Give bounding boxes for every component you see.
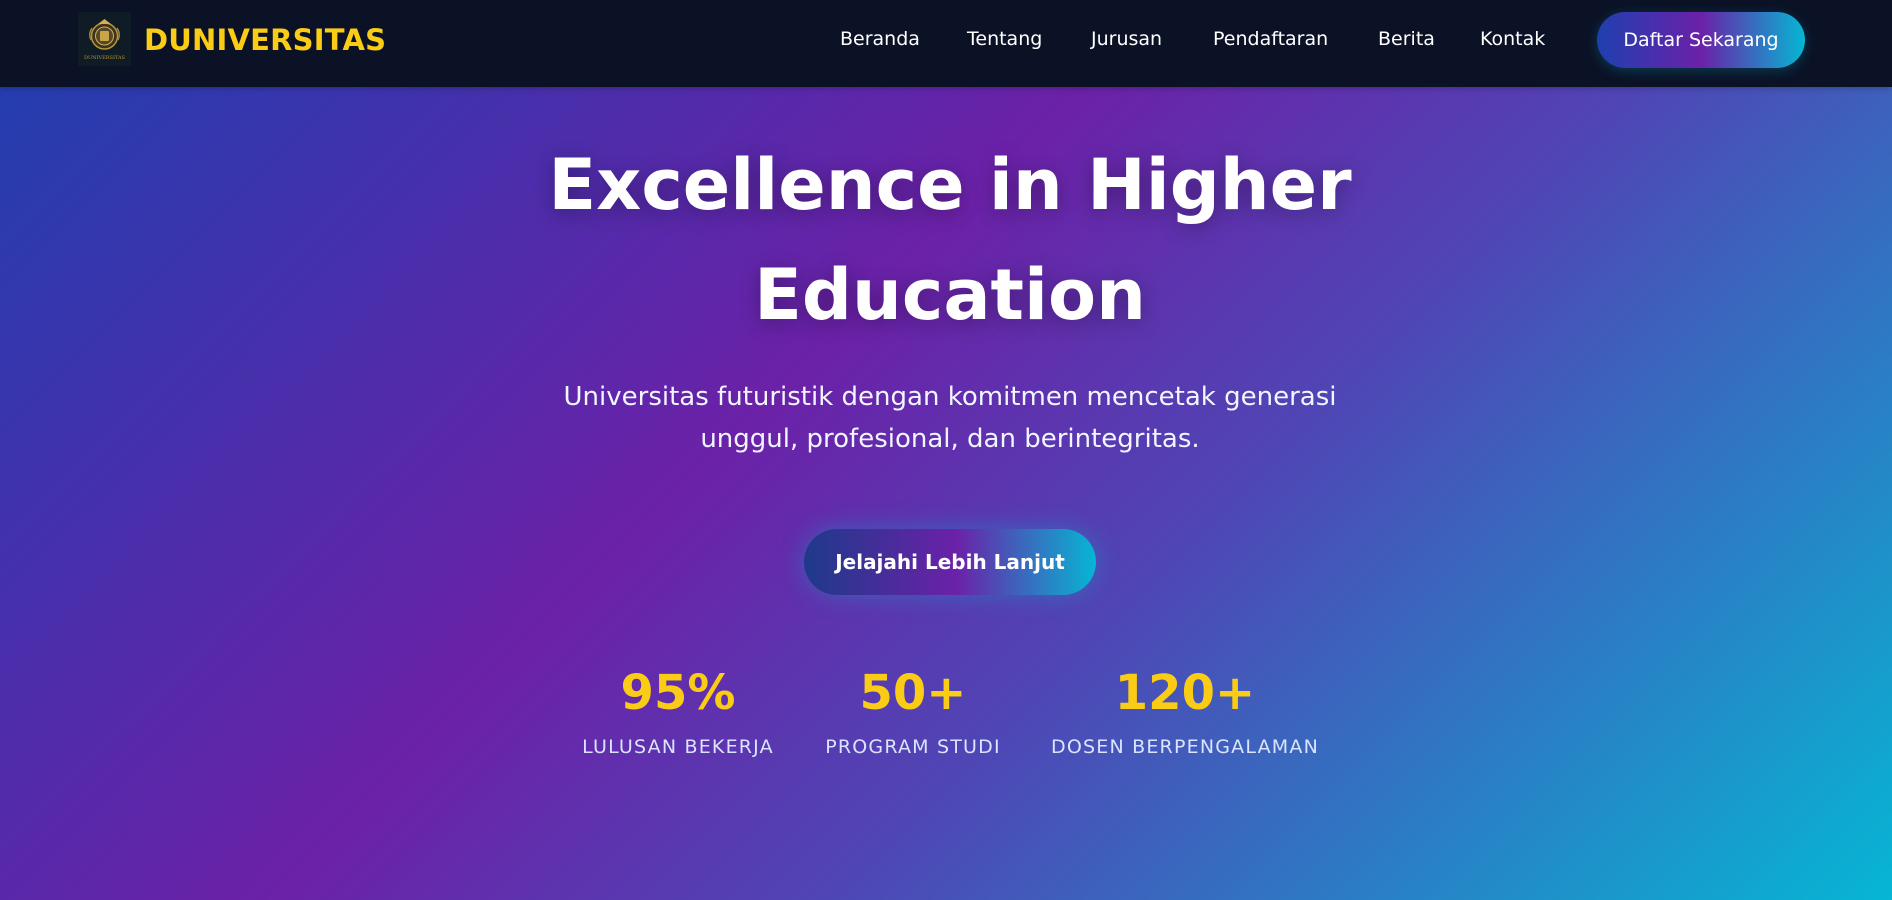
site-header: DUNIVERSITAS DUNIVERSITAS Beranda Tentan…: [0, 0, 1892, 87]
university-logo[interactable]: DUNIVERSITAS: [78, 12, 131, 66]
stat-value: 120+: [1114, 665, 1256, 721]
nav-item-berita[interactable]: Berita: [1378, 27, 1435, 51]
nav-item-kontak[interactable]: Kontak: [1480, 27, 1545, 51]
hero-title-line1: Excellence in Higher: [548, 144, 1352, 226]
nav-item-pendaftaran[interactable]: Pendaftaran: [1213, 27, 1328, 51]
nav-item-tentang[interactable]: Tentang: [967, 27, 1042, 51]
stat-label: LULUSAN BEKERJA: [582, 736, 774, 758]
stat-value: 95%: [620, 665, 736, 721]
stat-value: 50+: [859, 665, 967, 721]
nav-item-jurusan[interactable]: Jurusan: [1091, 27, 1162, 51]
hero-title: Excellence in Higher Education: [500, 130, 1400, 350]
brand-name[interactable]: DUNIVERSITAS: [144, 23, 386, 57]
stat-graduates-employed: 95% LULUSAN BEKERJA: [578, 665, 778, 759]
stat-label: DOSEN BERPENGALAMAN: [1051, 736, 1319, 758]
nav-item-beranda[interactable]: Beranda: [840, 27, 920, 51]
stat-label: PROGRAM STUDI: [825, 736, 1001, 758]
svg-text:DUNIVERSITAS: DUNIVERSITAS: [84, 55, 126, 61]
hero-title-line2: Education: [754, 254, 1146, 336]
register-now-button[interactable]: Daftar Sekarang: [1597, 12, 1805, 68]
stat-experienced-lecturers: 120+ DOSEN BERPENGALAMAN: [1035, 665, 1335, 759]
hero-subtitle-line1: Universitas futuristik dengan komitmen m…: [563, 382, 1337, 412]
hero-subtitle: Universitas futuristik dengan komitmen m…: [550, 376, 1350, 460]
crest-icon: DUNIVERSITAS: [84, 19, 126, 61]
explore-more-button[interactable]: Jelajahi Lebih Lanjut: [804, 529, 1096, 595]
stat-study-programs: 50+ PROGRAM STUDI: [813, 665, 1013, 759]
hero-subtitle-line2: unggul, profesional, dan berintegritas.: [700, 424, 1200, 454]
